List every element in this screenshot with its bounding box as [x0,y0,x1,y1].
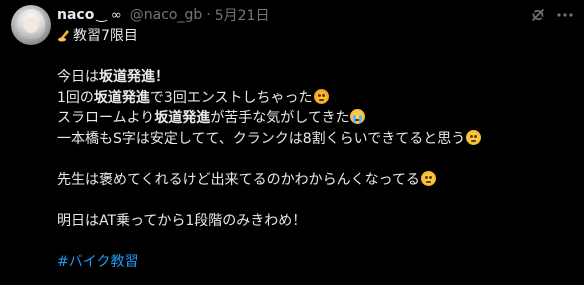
line-6: 先生は褒めてくれるけど出来てるのかわからんくなってる [57,170,577,191]
line-2-bold: 坂道発進 [99,69,155,85]
display-name[interactable]: naco [57,7,94,23]
hashtag-line: #バイク教習 [57,252,577,273]
line-4-c: が苦手な気がしてきた [210,110,350,126]
line-3-c: で3回エンストしちゃった [149,89,313,106]
line-7-text: 明日はAT乗ってから1段階のみきわめ！ [57,212,307,229]
line-2-a: 今日は [57,69,99,85]
line-4-bold: 坂道発進 [154,110,211,126]
grok-icon[interactable] [530,7,546,23]
line-3: 1回の坂道発進で3回エンストしちゃった [57,88,577,109]
avatar[interactable] [11,5,51,45]
thinking-icon [466,129,482,145]
line-title: 教習7限目 [57,26,577,47]
line-3-bold: 坂道発進 [93,89,150,106]
more-icon[interactable] [556,8,574,22]
line-title-text: 教習7限目 [73,28,138,44]
post-header: naco ‿ ∞ @naco_gb · 5月21日 [57,6,269,24]
line-2: 今日は坂道発進！ [57,67,577,88]
pleading-icon [420,170,436,186]
name-decoration: ‿ ∞ [96,7,122,23]
writing-hand-icon [58,30,69,42]
hashtag-link[interactable]: #バイク教習 [57,254,138,270]
post-date[interactable]: 5月21日 [215,5,270,25]
line-7: 明日はAT乗ってから1段階のみきわめ！ [57,211,577,232]
sob-icon [350,109,366,124]
separator: · [206,7,211,23]
line-5: 一本橋もS字は安定してて、クランクは8割くらいできてると思う [57,129,577,150]
line-5-text: 一本橋もS字は安定してて、クランクは8割くらいできてると思う [57,130,466,147]
exploding-head-icon [313,88,329,104]
line-6-text: 先生は褒めてくれるけど出来てるのかわからんくなってる [57,171,420,188]
line-3-a: 1回の [57,89,94,106]
user-handle[interactable]: @naco_gb [130,7,203,23]
line-4: スラロームより坂道発進が苦手な気がしてきた [57,108,577,129]
line-2-c: ！ [155,69,169,85]
post: naco ‿ ∞ @naco_gb · 5月21日 教習7限目 今日は坂道発進！… [0,0,584,285]
post-text: 教習7限目 今日は坂道発進！ 1回の坂道発進で3回エンストしちゃった スラローム… [57,26,577,272]
line-4-a: スラロームより [57,110,155,126]
avatar-face [24,17,38,33]
